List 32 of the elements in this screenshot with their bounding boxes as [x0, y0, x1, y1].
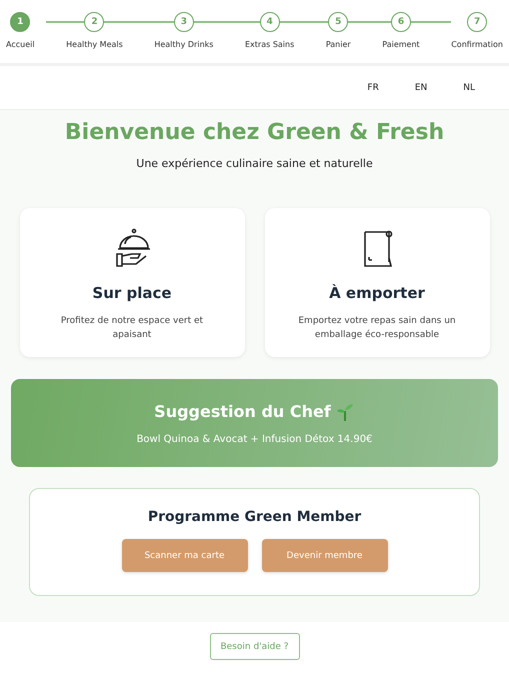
member-button[interactable]: Scanner ma carte: [122, 539, 248, 572]
subtitle: Une expérience culinaire saine et naturelle: [136, 157, 373, 170]
step-circle[interactable]: 2: [84, 12, 104, 32]
language-button[interactable]: FR: [365, 80, 381, 94]
member-button[interactable]: Devenir membre: [262, 539, 388, 572]
step-label: Paiement: [382, 40, 420, 49]
member-title: Programme Green Member: [148, 509, 362, 525]
step-circle[interactable]: 5: [328, 12, 348, 32]
step-circle[interactable]: 6: [390, 12, 411, 32]
option-card[interactable]: À emporter Emportez votre repas sain dans un emballage éco-responsable: [264, 208, 490, 357]
step-circle[interactable]: 1: [10, 12, 30, 32]
page-title: Bienvenue chez Green & Fresh: [64, 120, 444, 145]
step-circle[interactable]: 4: [260, 12, 280, 32]
step-circle[interactable]: 7: [467, 12, 488, 32]
step-label: Extras Sains: [244, 40, 294, 49]
card-title: À emporter: [329, 284, 425, 302]
step-label: Healthy Meals: [66, 40, 123, 49]
step-label: Panier: [326, 40, 351, 49]
banner-text: Bowl Quinoa & Avocat + Infusion Détox 14.90€: [136, 434, 372, 444]
card-text: Profitez de notre espace vert et apaisant: [60, 315, 204, 342]
banner-title: Suggestion du Chef: [154, 402, 331, 421]
language-button[interactable]: EN: [412, 80, 430, 94]
card-text: Emportez votre repas sain dans un emballage éco-responsable: [297, 315, 457, 342]
step-label: Accueil: [6, 40, 35, 49]
help-button[interactable]: Besoin d'aide ?: [210, 633, 300, 660]
step-circle[interactable]: 3: [174, 12, 194, 32]
sprout-icon: [334, 402, 355, 422]
step-label: Healthy Drinks: [154, 40, 214, 49]
option-card[interactable]: Sur place Profitez de notre espace vert et apaisant: [20, 208, 244, 357]
step-label: Confirmation: [451, 40, 503, 49]
language-button[interactable]: NL: [461, 80, 477, 94]
card-title: Sur place: [92, 284, 172, 302]
